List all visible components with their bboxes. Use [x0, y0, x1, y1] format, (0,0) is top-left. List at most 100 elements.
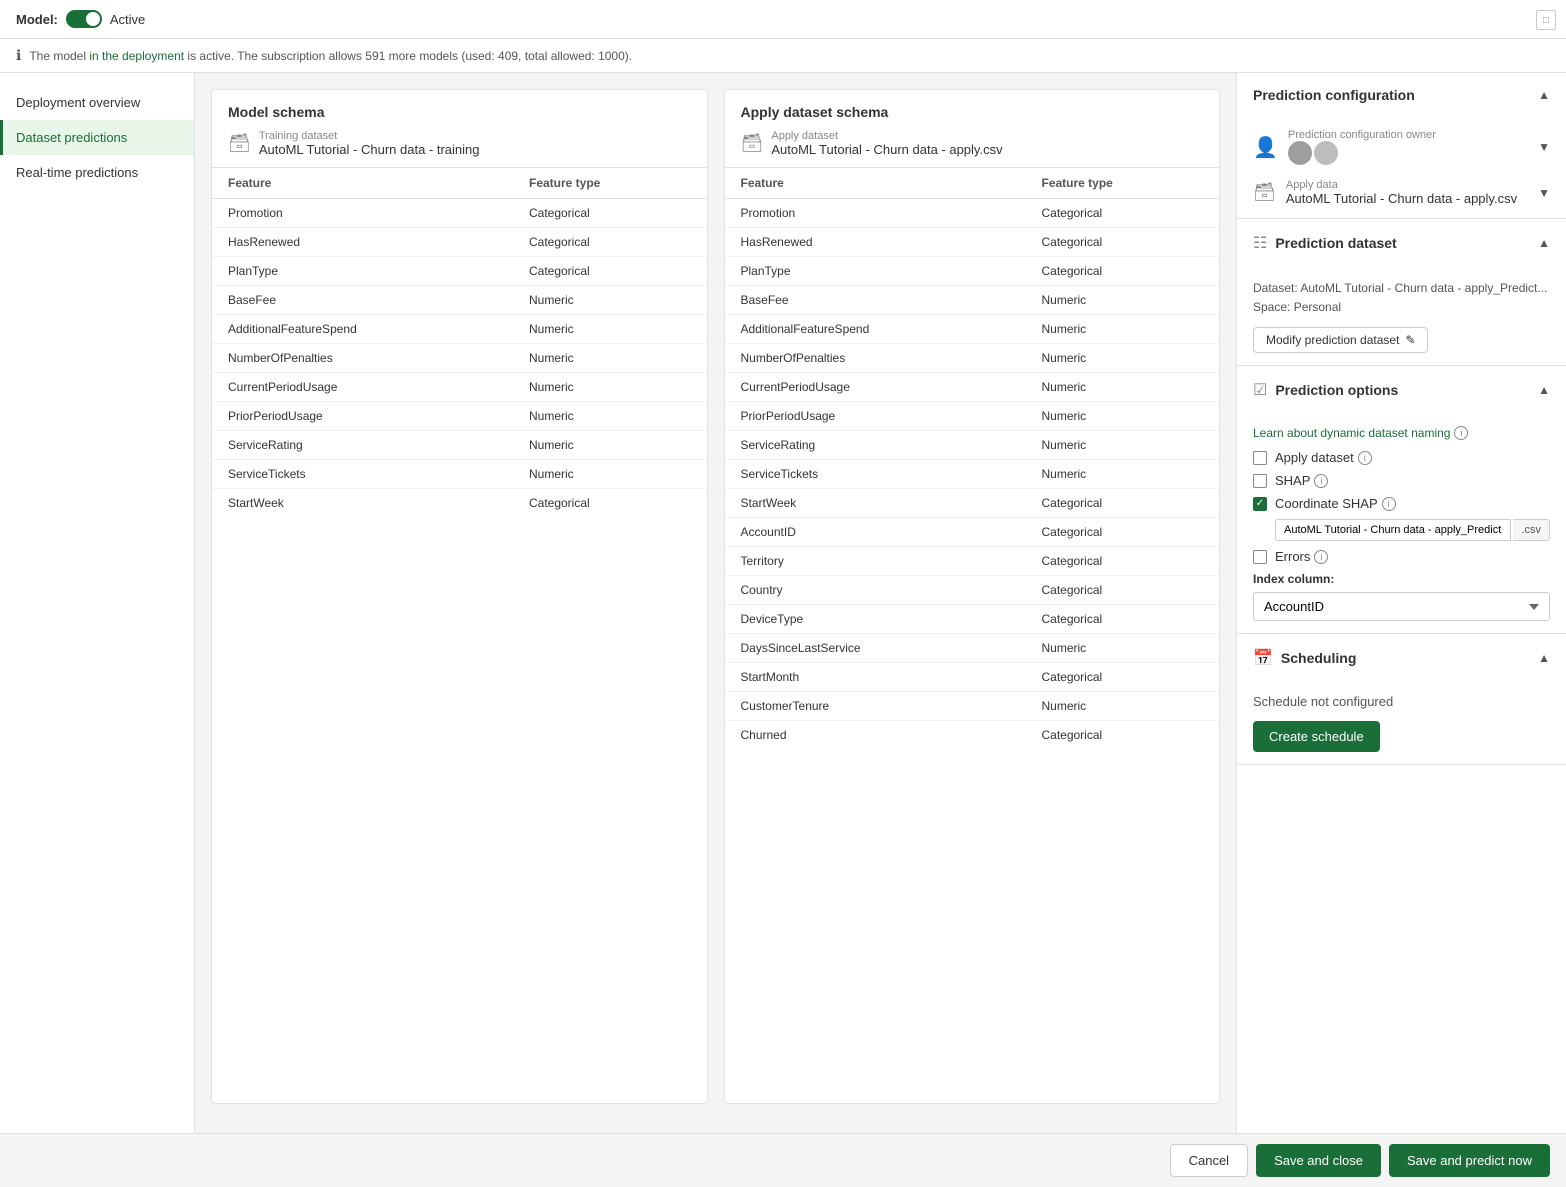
scheduling-section: 📅 Scheduling ▲ Schedule not configured C… [1237, 634, 1566, 765]
type-cell: Numeric [513, 344, 707, 373]
feature-cell: PlanType [212, 257, 513, 286]
table-row: BaseFeeNumeric [212, 286, 707, 315]
shap-filename-input[interactable] [1275, 519, 1511, 541]
type-cell: Numeric [1025, 460, 1219, 489]
prediction-config-header[interactable]: Prediction configuration ▲ [1237, 73, 1566, 117]
model-label: Model: [16, 12, 58, 27]
coordinate-shap-option-row: ✓ Coordinate SHAP i [1253, 496, 1550, 511]
prediction-config-title: Prediction configuration [1253, 87, 1415, 103]
config-chevron-up-icon: ▲ [1538, 88, 1550, 102]
save-predict-button[interactable]: Save and predict now [1389, 1144, 1550, 1177]
shap-checkbox[interactable] [1253, 474, 1267, 488]
model-toggle[interactable] [66, 10, 102, 28]
apply-data-name: AutoML Tutorial - Churn data - apply.csv [1286, 191, 1528, 206]
type-cell: Categorical [1025, 721, 1219, 750]
type-cell: Numeric [1025, 344, 1219, 373]
pred-dataset-chevron-up-icon: ▲ [1538, 236, 1550, 250]
sidebar-item-dataset-predictions[interactable]: Dataset predictions [0, 120, 194, 155]
feature-cell: ServiceRating [725, 431, 1026, 460]
table-row: PlanTypeCategorical [725, 257, 1220, 286]
table-row: StartWeekCategorical [725, 489, 1220, 518]
prediction-dataset-info: Dataset: AutoML Tutorial - Churn data - … [1253, 279, 1550, 317]
modify-prediction-dataset-button[interactable]: Modify prediction dataset ✎ [1253, 327, 1428, 353]
sidebar-item-real-time-predictions[interactable]: Real-time predictions [0, 155, 194, 190]
feature-cell: BaseFee [725, 286, 1026, 315]
feature-cell: PriorPeriodUsage [212, 402, 513, 431]
table-row: ChurnedCategorical [725, 721, 1220, 750]
table-row: ServiceRatingNumeric [725, 431, 1220, 460]
owner-label: Prediction configuration owner [1288, 129, 1528, 141]
avatar-2 [1314, 141, 1338, 165]
prediction-dataset-name: Dataset: AutoML Tutorial - Churn data - … [1253, 279, 1550, 298]
table-row: TerritoryCategorical [725, 547, 1220, 576]
table-row: CurrentPeriodUsageNumeric [212, 373, 707, 402]
info-text: The model in the deployment is active. T… [29, 49, 632, 63]
bottom-bar: Cancel Save and close Save and predict n… [0, 1133, 1566, 1187]
apply-dataset-icon: 🗃 [741, 133, 764, 154]
info-bar: ℹ The model in the deployment is active.… [0, 39, 1566, 73]
type-cell: Categorical [1025, 663, 1219, 692]
apply-schema-title: Apply dataset schema [741, 104, 1204, 120]
create-schedule-button[interactable]: Create schedule [1253, 721, 1380, 752]
coordinate-shap-checkbox[interactable]: ✓ [1253, 497, 1267, 511]
apply-data-label: Apply data [1286, 179, 1528, 191]
table-row: PlanTypeCategorical [212, 257, 707, 286]
scheduling-title: Scheduling [1281, 650, 1356, 666]
apply-col-type: Feature type [1025, 168, 1219, 199]
apply-dataset-info-icon[interactable]: i [1358, 451, 1372, 465]
type-cell: Numeric [1025, 634, 1219, 663]
feature-cell: Country [725, 576, 1026, 605]
feature-cell: ServiceRating [212, 431, 513, 460]
table-row: DaysSinceLastServiceNumeric [725, 634, 1220, 663]
cancel-button[interactable]: Cancel [1170, 1144, 1248, 1177]
owner-avatars [1288, 141, 1528, 165]
feature-cell: CurrentPeriodUsage [725, 373, 1026, 402]
feature-cell: StartMonth [725, 663, 1026, 692]
expand-icon[interactable]: □ [1536, 10, 1556, 30]
table-row: ServiceTicketsNumeric [212, 460, 707, 489]
type-cell: Categorical [1025, 489, 1219, 518]
apply-dataset-name: AutoML Tutorial - Churn data - apply.csv [771, 142, 1002, 157]
index-col-label: Index column: [1253, 572, 1550, 586]
type-cell: Categorical [1025, 257, 1219, 286]
table-row: CountryCategorical [725, 576, 1220, 605]
sidebar-item-deployment-overview[interactable]: Deployment overview [0, 85, 194, 120]
table-row: PriorPeriodUsageNumeric [212, 402, 707, 431]
prediction-options-title: Prediction options [1275, 382, 1398, 398]
feature-cell: PriorPeriodUsage [725, 402, 1026, 431]
info-icon: ℹ [16, 47, 21, 64]
coordinate-shap-info-icon[interactable]: i [1382, 497, 1396, 511]
type-cell: Numeric [513, 402, 707, 431]
table-row: StartWeekCategorical [212, 489, 707, 518]
table-row: NumberOfPenaltiesNumeric [212, 344, 707, 373]
type-cell: Numeric [513, 460, 707, 489]
learn-dynamic-naming-link[interactable]: Learn about dynamic dataset naming i [1253, 426, 1550, 440]
table-row: AccountIDCategorical [725, 518, 1220, 547]
table-row: PromotionCategorical [725, 199, 1220, 228]
apply-dataset-option-row: Apply dataset i [1253, 450, 1550, 465]
prediction-dataset-header[interactable]: ☷ Prediction dataset ▲ [1237, 219, 1566, 267]
errors-checkbox[interactable] [1253, 550, 1267, 564]
save-close-button[interactable]: Save and close [1256, 1144, 1381, 1177]
avatar-1 [1288, 141, 1312, 165]
apply-data-chevron-down-icon[interactable]: ▼ [1538, 186, 1550, 200]
prediction-options-header[interactable]: ☑ Prediction options ▲ [1237, 366, 1566, 414]
feature-cell: StartWeek [725, 489, 1026, 518]
type-cell: Numeric [513, 431, 707, 460]
apply-dataset-checkbox[interactable] [1253, 451, 1267, 465]
info-link[interactable]: in the deployment [89, 49, 184, 63]
feature-cell: AccountID [725, 518, 1026, 547]
shap-info-icon[interactable]: i [1314, 474, 1328, 488]
prediction-dataset-title: Prediction dataset [1275, 235, 1396, 251]
errors-info-icon[interactable]: i [1314, 550, 1328, 564]
index-col-select[interactable]: AccountID Territory Country DeviceType [1253, 592, 1550, 621]
prediction-config-section: Prediction configuration ▲ 👤 Prediction … [1237, 73, 1566, 219]
owner-chevron-down-icon[interactable]: ▼ [1538, 140, 1550, 154]
learn-link-label: Learn about dynamic dataset naming [1253, 426, 1450, 440]
sidebar: Deployment overview Dataset predictions … [0, 73, 195, 1180]
table-row: HasRenewedCategorical [725, 228, 1220, 257]
owner-row: 👤 Prediction configuration owner ▼ [1253, 129, 1550, 169]
apply-schema-card: Apply dataset schema 🗃 Apply dataset Aut… [724, 89, 1221, 1104]
learn-info-circle-icon: i [1454, 426, 1468, 440]
scheduling-header[interactable]: 📅 Scheduling ▲ [1237, 634, 1566, 682]
